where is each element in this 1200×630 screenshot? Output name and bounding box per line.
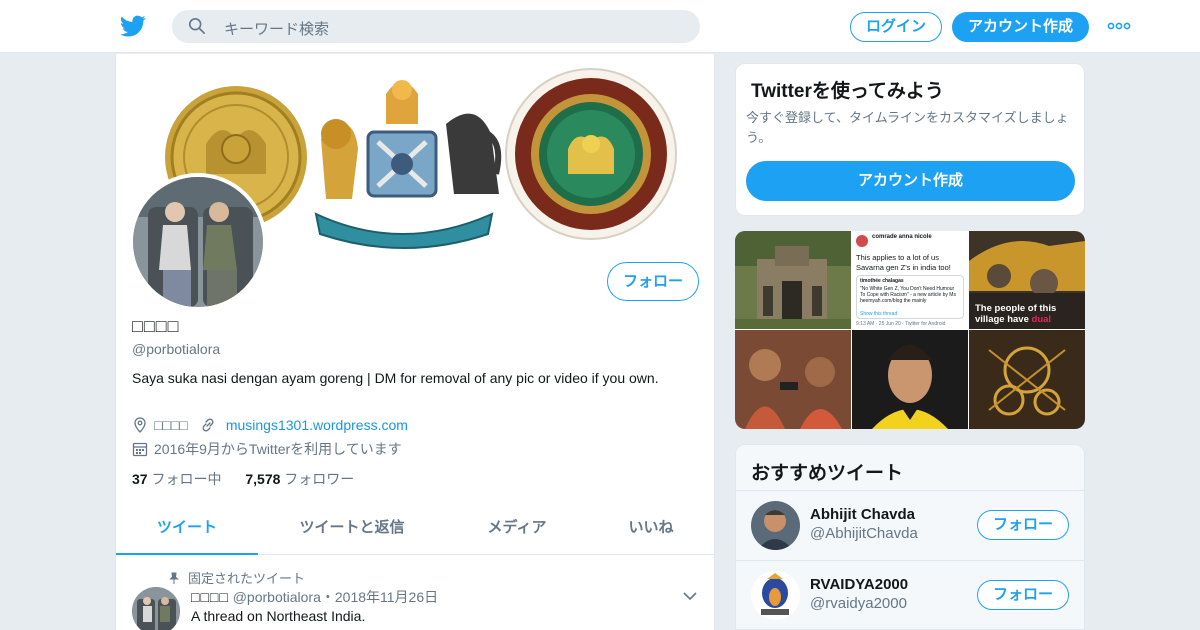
profile-stats: 37 フォロー中 7,578 フォロワー (132, 469, 354, 489)
recommended-name[interactable]: Abhijit Chavda (810, 506, 915, 523)
followers-stat[interactable]: 7,578 フォロワー (245, 471, 354, 487)
tweet-text: A thread on Northeast India. (191, 608, 366, 624)
recommended-title: おすすめツイート (751, 463, 904, 484)
tweet-author-name[interactable]: □□□□ (191, 589, 229, 605)
tweet-avatar-illustration (132, 587, 180, 630)
profile-location-website: □□□□ musings1301.wordpress.com (132, 417, 408, 433)
follow-button[interactable]: フォロー (607, 262, 699, 301)
tab-media[interactable]: メディア (446, 502, 588, 555)
temple-ruins-thumbnail (735, 231, 851, 329)
profile-joined: 2016年9月からTwitterを利用しています (132, 439, 402, 459)
profile-joined-text: 2016年9月からTwitterを利用しています (154, 441, 402, 457)
recommended-handle[interactable]: @AbhijitChavda (810, 525, 918, 542)
profile-tabs: ツイート ツイートと返信 メディア いいね (116, 502, 714, 555)
signup-card-title: Twitterを使ってみよう (751, 81, 944, 102)
avatar-illustration (133, 177, 263, 307)
twitter-bird-logo-icon[interactable] (120, 13, 146, 39)
pin-icon (169, 572, 179, 584)
interview-thumbnail (735, 330, 851, 429)
tweet-date[interactable]: ・2018年11月26日 (321, 589, 438, 605)
tweet-author-handle[interactable]: @porbotialora (233, 589, 321, 605)
media-tile-artwork[interactable] (969, 330, 1085, 429)
tab-tweets[interactable]: ツイート (116, 502, 258, 555)
profile-location: □□□□ (154, 417, 188, 433)
following-count: 37 (132, 471, 148, 487)
tab-likes[interactable]: いいね (606, 502, 696, 555)
pinned-label: 固定されたツイート (188, 571, 306, 586)
avatar-rvaidya (751, 571, 800, 620)
chevron-down-icon[interactable] (683, 591, 697, 601)
recommended-avatar[interactable] (751, 571, 800, 620)
footballer-thumbnail (852, 330, 968, 429)
link-icon (202, 418, 214, 432)
following-label: フォロー中 (151, 471, 222, 487)
signup-card-description: 今すぐ登録して、タイムラインをカスタマイズしましょう。 (746, 110, 1069, 145)
signup-button[interactable]: アカウント作成 (952, 12, 1089, 42)
golden-artwork-thumbnail (969, 330, 1085, 429)
screenshot-text: This applies to a lot of us Savarna gen … (856, 253, 951, 272)
signup-card-button[interactable]: アカウント作成 (746, 161, 1075, 201)
screenshot-quote-box: timothée chalagas "No White Gen Z, You D… (856, 275, 964, 319)
media-tile-interview[interactable] (735, 330, 851, 429)
media-grid: comrade anna nicole This applies to a lo… (735, 231, 1085, 429)
recommended-accounts: おすすめツイート Abhijit Chavda @AbhijitChavda フ… (735, 444, 1085, 630)
profile-display-name: □□□□ (132, 316, 180, 336)
calendar-icon (132, 442, 148, 457)
recommended-follow-button[interactable]: フォロー (977, 510, 1069, 540)
banner-motto: सत्यं धर्मं सत्तां जय (371, 221, 437, 233)
recommended-account[interactable]: Abhijit Chavda @AbhijitChavda フォロー (736, 490, 1084, 560)
screenshot-quote-link: Show this thread (860, 311, 898, 317)
profile-handle[interactable]: @porbotialora (132, 341, 220, 357)
video-caption-highlight: dual (1031, 314, 1052, 325)
screenshot-quote-text: "No White Gen Z, You Don't Need Humour T… (860, 286, 956, 304)
login-button[interactable]: ログイン (850, 12, 942, 42)
avatar-abhijit (751, 501, 800, 550)
tweet-author-avatar[interactable] (132, 587, 180, 630)
profile-website-link[interactable]: musings1301.wordpress.com (226, 417, 408, 433)
recommended-follow-button[interactable]: フォロー (977, 580, 1069, 610)
profile-avatar[interactable] (129, 173, 267, 311)
screenshot-avatar (856, 235, 868, 247)
video-caption: The people of this village have dual (975, 303, 1057, 325)
top-navigation-bar: キーワード検索 ログイン アカウント作成 (0, 0, 1200, 53)
pinned-indicator: 固定されたツイート (168, 568, 305, 587)
more-dots-icon[interactable] (1106, 18, 1132, 34)
media-tile-temple[interactable] (735, 231, 851, 329)
following-stat[interactable]: 37 フォロー中 (132, 471, 221, 487)
media-tile-video[interactable]: The people of this village have dual (969, 231, 1085, 329)
tweet-header: □□□□ @porbotialora・2018年11月26日 (191, 587, 438, 607)
profile-column: सत्यं धर्मं सत्तां जय フォロー □□□□ @porboti… (115, 54, 715, 630)
recommended-handle[interactable]: @rvaidya2000 (810, 595, 907, 612)
media-tile-tweet-screenshot[interactable]: comrade anna nicole This applies to a lo… (852, 231, 968, 329)
recommended-avatar[interactable] (751, 501, 800, 550)
media-tile-footballer[interactable] (852, 330, 968, 429)
followers-label: フォロワー (284, 471, 355, 487)
recommended-account[interactable]: RVAIDYA2000 @rvaidya2000 フォロー (736, 560, 1084, 630)
tab-tweets-and-replies[interactable]: ツイートと返信 (280, 502, 424, 555)
followers-count: 7,578 (245, 471, 281, 487)
search-placeholder: キーワード検索 (224, 21, 330, 38)
profile-bio: Saya suka nasi dengan ayam goreng | DM f… (132, 370, 659, 386)
location-pin-icon (134, 417, 146, 433)
search-field[interactable]: キーワード検索 (172, 10, 700, 43)
screenshot-meta: 9:13 AM · 25 Jun 20 · Twitter for Androi… (856, 321, 946, 327)
screenshot-quote-author: timothée chalagas (860, 278, 904, 284)
search-icon (188, 17, 206, 35)
screenshot-author: comrade anna nicole (872, 234, 932, 240)
signup-card: Twitterを使ってみよう 今すぐ登録して、タイムラインをカスタマイズしましょ… (735, 63, 1085, 216)
recommended-name[interactable]: RVAIDYA2000 (810, 576, 908, 593)
